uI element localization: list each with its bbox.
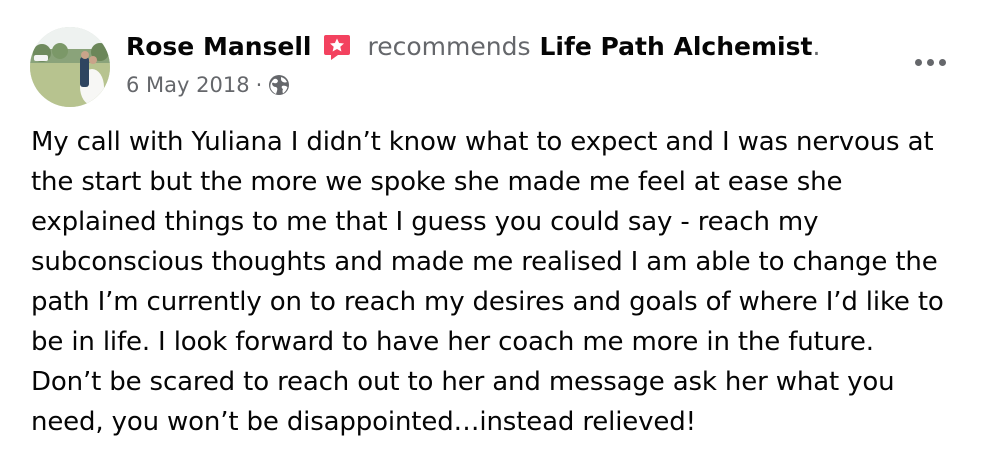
post-body-line: path I’m currently on to reach my desire… — [31, 287, 944, 317]
author-avatar[interactable] — [30, 27, 110, 107]
more-options-icon[interactable] — [906, 44, 954, 80]
recommendation-star-icon — [322, 32, 352, 62]
post-body-line: explained things to me that I guess you … — [31, 207, 819, 237]
post-body-line: be in life. I look forward to have her c… — [31, 327, 874, 357]
author-name-link[interactable]: Rose Mansell — [126, 32, 312, 61]
more-dot — [914, 58, 922, 66]
post-body-line: Don’t be scared to reach out to her and … — [31, 367, 895, 397]
post-body-line: need, you won’t be disappointed…instead … — [31, 407, 696, 437]
post-meta: 6 May 2018 · — [126, 68, 290, 102]
post-body-line: subconscious thoughts and made me realis… — [31, 247, 938, 277]
action-text: recommends — [367, 31, 531, 61]
post-date-link[interactable]: 6 May 2018 — [126, 73, 250, 97]
post-body-text: My call with Yuliana I didn’t know what … — [31, 122, 981, 442]
header-period: . — [812, 31, 821, 61]
globe-icon[interactable] — [268, 74, 290, 96]
post-header: Rose Mansell recommends Life Path Alchem… — [126, 26, 820, 66]
more-dot — [926, 58, 934, 66]
avatar-photo — [30, 27, 110, 107]
post-body-line: My call with Yuliana I didn’t know what … — [31, 127, 934, 157]
page-name-link[interactable]: Life Path Alchemist — [539, 32, 812, 61]
recommendation-post-card: Rose Mansell recommends Life Path Alchem… — [0, 0, 997, 456]
meta-separator: · — [255, 73, 263, 97]
more-dot — [938, 58, 946, 66]
post-body-line: the start but the more we spoke she made… — [31, 167, 843, 197]
